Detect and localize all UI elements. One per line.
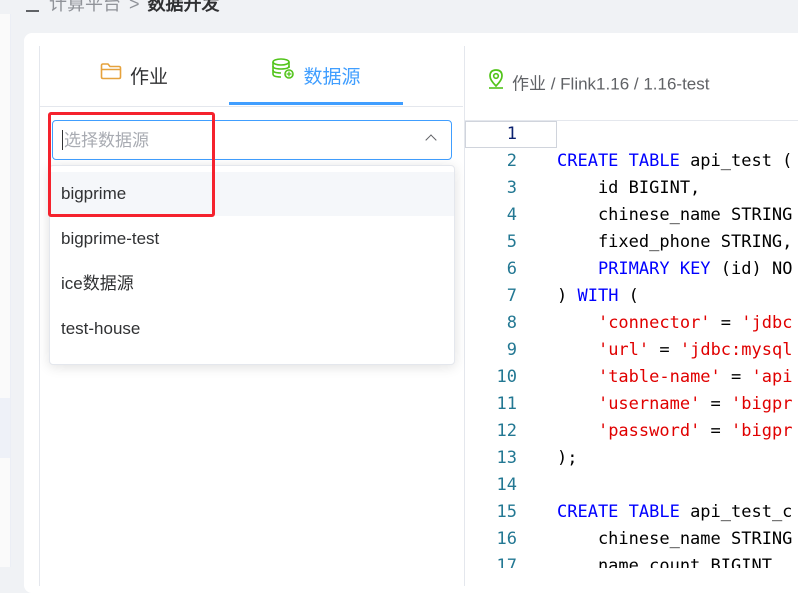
- line-number: 9: [506, 340, 517, 360]
- line-number: 11: [496, 394, 517, 414]
- tab-jobs[interactable]: 作业: [39, 46, 229, 106]
- code-line: CREATE TABLE api_test_c: [557, 499, 792, 526]
- topbar: 计算平台 > 数据开发: [0, 0, 798, 14]
- code-editor[interactable]: 1 2 3 4 5 6 7 8 9 10 11 12 13 14 15 16 17 CREATE TABLE a…: [465, 120, 798, 568]
- code-line: 'connector' = 'jdbc: [557, 310, 793, 337]
- code-line: name_count BIGINT: [557, 553, 772, 568]
- code-keyword: CREATE TABLE: [557, 151, 680, 171]
- code-line: fixed_phone STRING,: [557, 229, 792, 256]
- code-token: (: [618, 286, 639, 306]
- code-line: CREATE TABLE api_test (: [557, 148, 792, 175]
- code-token: id BIGINT,: [557, 178, 701, 198]
- folder-icon: [100, 43, 122, 107]
- code-string: 'api: [751, 367, 793, 387]
- code-line: ) WITH (: [557, 283, 639, 310]
- line-number: 12: [496, 421, 517, 441]
- editor-file-path: 作业 / Flink1.16 / 1.16-test: [486, 68, 710, 98]
- code-token: (id) NO: [710, 259, 793, 279]
- text-cursor: [62, 130, 63, 150]
- dropdown-option-bigprime[interactable]: bigprime: [50, 172, 454, 216]
- line-number: 6: [506, 259, 517, 279]
- code-token: =: [700, 394, 732, 414]
- location-pin-icon: [486, 68, 506, 98]
- code-string: 'url': [597, 340, 650, 360]
- code-line: 'url' = 'jdbc:mysql: [557, 337, 793, 364]
- code-string: 'connector': [597, 313, 711, 333]
- chevron-up-icon[interactable]: [425, 134, 437, 146]
- code-token: =: [710, 313, 742, 333]
- code-token: fixed_phone STRING,: [557, 232, 793, 252]
- dropdown-option-bigprime-test[interactable]: bigprime-test: [50, 217, 454, 261]
- code-line: id BIGINT,: [557, 175, 700, 202]
- dropdown-option-ice[interactable]: ice数据源: [50, 262, 454, 306]
- code-token: chinese_name STRING: [557, 529, 793, 549]
- code-string: 'jdbc:mysql: [679, 340, 793, 360]
- code-token: name_count BIGINT: [557, 556, 772, 568]
- line-number: 2: [506, 151, 517, 171]
- code-string: 'bigpr: [731, 394, 793, 414]
- active-tab-indicator: [229, 102, 403, 105]
- sidebar-active-item[interactable]: [0, 398, 10, 458]
- line-number: 13: [496, 448, 517, 468]
- code-keyword: CREATE TABLE: [557, 502, 680, 522]
- breadcrumb-parent[interactable]: 计算平台: [49, 0, 121, 14]
- code-string: 'jdbc: [741, 313, 793, 333]
- app-sidebar: [0, 14, 11, 567]
- line-number: 14: [496, 475, 517, 495]
- line-number: 7: [506, 286, 517, 306]
- code-token: api_test_c: [679, 502, 793, 522]
- breadcrumb: 计算平台 > 数据开发: [26, 0, 220, 14]
- line-number-gutter: 1 2 3 4 5 6 7 8 9 10 11 12 13 14 15 16 17: [465, 121, 525, 568]
- line-number: 5: [506, 232, 517, 252]
- tab-jobs-label: 作业: [129, 67, 168, 89]
- dropdown-option-test-house[interactable]: test-house: [50, 307, 454, 351]
- breadcrumb-current: 数据开发: [147, 0, 220, 14]
- code-token: =: [720, 367, 752, 387]
- code-line: PRIMARY KEY (id) NO: [557, 256, 792, 283]
- line-number: 17: [496, 556, 517, 568]
- code-token: api_test (: [679, 151, 793, 171]
- code-token: ): [557, 286, 578, 306]
- code-token: =: [649, 340, 680, 360]
- code-line: chinese_name STRING: [557, 202, 792, 229]
- line-number: 15: [496, 502, 517, 522]
- line-number: 8: [506, 313, 517, 333]
- line-number: 3: [506, 178, 517, 198]
- code-string: 'password': [597, 421, 701, 441]
- code-keyword: PRIMARY KEY: [597, 259, 711, 279]
- datasource-select[interactable]: 选择数据源: [52, 120, 452, 160]
- code-line: 'username' = 'bigpr: [557, 391, 793, 418]
- editor-path-text: 作业 / Flink1.16 / 1.16-test: [512, 74, 710, 94]
- tab-datasource[interactable]: 数据源: [229, 46, 403, 106]
- tab-datasource-label: 数据源: [303, 67, 361, 89]
- code-token: chinese_name STRING: [557, 205, 793, 225]
- line-number: 16: [496, 529, 517, 549]
- breadcrumb-separator: >: [129, 0, 140, 14]
- code-keyword: WITH: [577, 286, 619, 306]
- line-number: 1: [506, 124, 517, 144]
- code-line: chinese_name STRING: [557, 526, 792, 553]
- menu-icon[interactable]: [26, 0, 39, 13]
- code-line: );: [557, 445, 577, 472]
- line-number: 4: [506, 205, 517, 225]
- code-string: 'table-name': [597, 367, 721, 387]
- datasource-select-placeholder: 选择数据源: [64, 131, 149, 150]
- code-string: 'username': [597, 394, 701, 414]
- datasource-dropdown: bigprime bigprime-test ice数据源 test-house: [49, 165, 455, 365]
- code-token: );: [557, 448, 578, 468]
- line-number: 10: [496, 367, 517, 387]
- code-string: 'bigpr: [731, 421, 793, 441]
- code-token: =: [700, 421, 732, 441]
- code-line: 'table-name' = 'api: [557, 364, 793, 391]
- panel-tabs: 作业 数据源: [39, 46, 463, 107]
- code-line: 'password' = 'bigpr: [557, 418, 793, 445]
- database-icon: [271, 43, 295, 107]
